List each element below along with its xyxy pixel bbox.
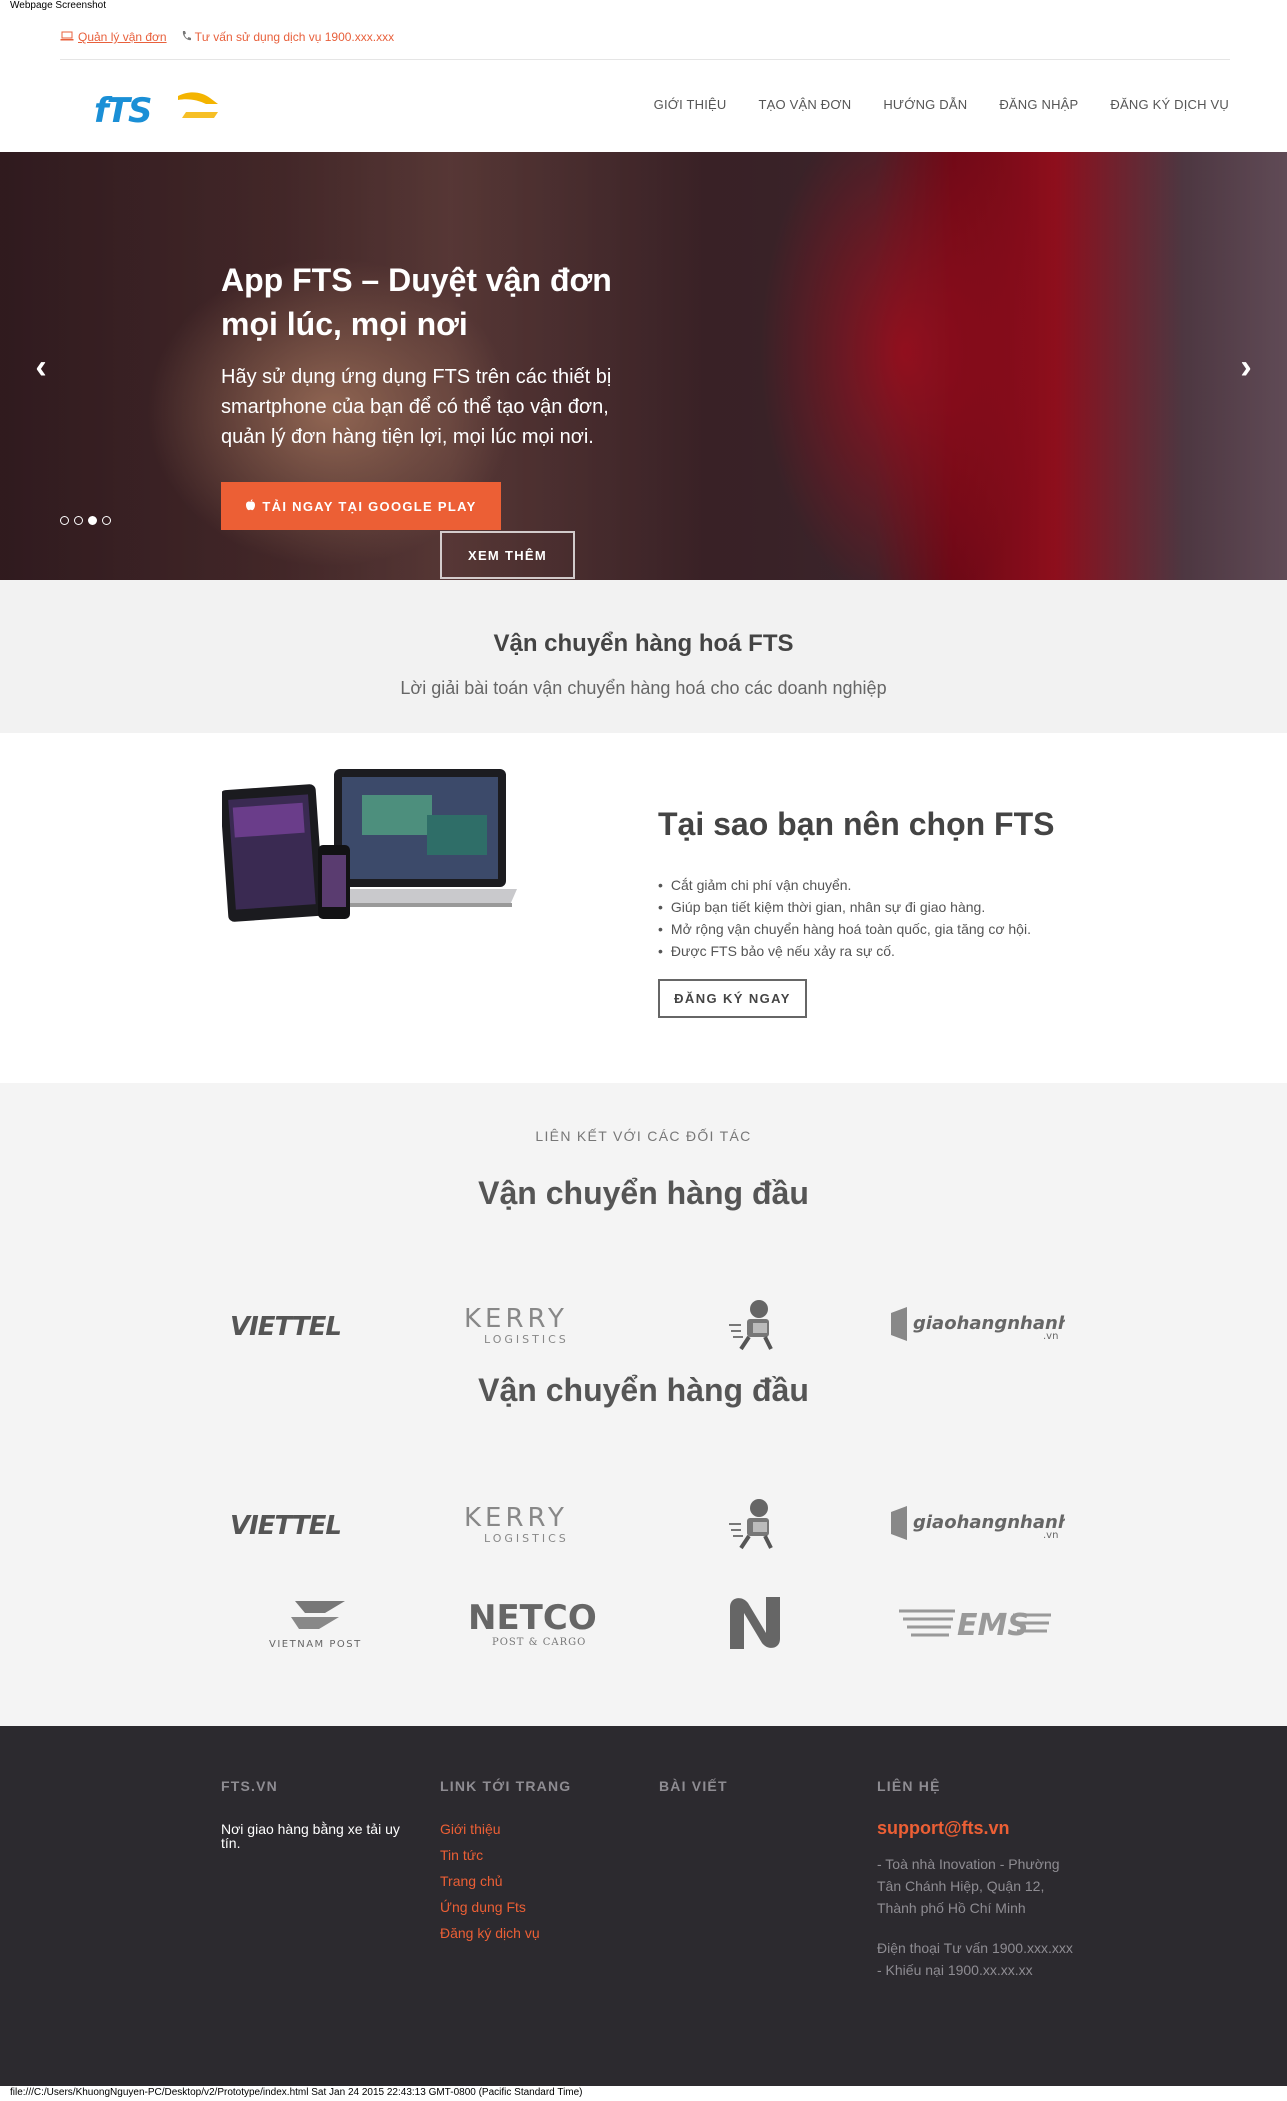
viettel-logo[interactable]: VIETTEL — [220, 1295, 410, 1355]
footer-link-news[interactable]: Tin tức — [440, 1842, 640, 1868]
slide-dot[interactable] — [74, 516, 83, 525]
list-item: Được FTS bảo vệ nếu xảy ra sự cố. — [658, 940, 1031, 962]
giaohangnhanh-logo[interactable]: giaohangnhanh .vn — [880, 1295, 1070, 1355]
file-path-line: file:///C:/Users/KhuongNguyen-PC/Desktop… — [10, 2087, 583, 2098]
intro-title: Vận chuyển hàng hoá FTS — [493, 630, 794, 657]
footer-col-title: BÀI VIẾT — [659, 1778, 728, 1794]
partners-heading: Vận chuyển hàng đầu — [478, 1175, 809, 1211]
list-item: Cắt giảm chi phí vận chuyển. — [658, 874, 1031, 896]
hotline-label: Tư vấn sử dụng dịch vụ 1900.xxx.xxx — [194, 30, 395, 44]
hero-text: Hãy sử dụng ứng dụng FTS trên các thiết … — [221, 366, 612, 448]
viettel-logo[interactable]: VIETTEL — [220, 1494, 410, 1554]
svg-text:NETCO: NETCO — [468, 1598, 597, 1638]
vietnam-post-logo[interactable]: VIETNAM POST — [220, 1593, 410, 1653]
devices-image — [219, 765, 517, 930]
footer-email-link[interactable]: support@fts.vn — [877, 1818, 1077, 1839]
footer-address: - Toà nhà Inovation - Phường Tân Chánh H… — [877, 1856, 1060, 1916]
apple-icon — [245, 498, 256, 514]
svg-text:VIETTEL: VIETTEL — [230, 1511, 341, 1541]
svg-text:KERRY: KERRY — [464, 1304, 568, 1334]
delivery-man-logo[interactable] — [660, 1295, 850, 1355]
footer-link-register[interactable]: Đăng ký dịch vụ — [440, 1920, 640, 1946]
list-item: Mở rộng vận chuyển hàng hoá toàn quốc, g… — [658, 918, 1031, 940]
svg-text:fTS: fTS — [94, 91, 151, 130]
svg-text:KERRY: KERRY — [464, 1503, 568, 1533]
manage-waybill-label: Quản lý vận đơn — [78, 30, 167, 44]
register-now-button[interactable]: ĐĂNG KÝ NGAY — [658, 979, 807, 1018]
google-play-label: TẢI NGAY TẠI GOOGLE PLAY — [262, 498, 477, 514]
partners-section: LIÊN KẾT VỚI CÁC ĐỐI TÁC Vận chuyển hàng… — [0, 1083, 1287, 1726]
svg-text:VIETNAM POST: VIETNAM POST — [269, 1639, 362, 1650]
hotline: Tư vấn sử dụng dịch vụ 1900.xxx.xxx — [181, 30, 395, 59]
footer-link-home[interactable]: Trang chủ — [440, 1868, 640, 1894]
screenshot-label: Webpage Screenshot — [10, 0, 106, 11]
svg-text:EMS: EMS — [957, 1608, 1029, 1643]
svg-text:POST & CARGO: POST & CARGO — [492, 1637, 586, 1648]
nav-item-guide[interactable]: HƯỚNG DẪN — [883, 97, 967, 112]
svg-text:LOGISTICS: LOGISTICS — [484, 1532, 569, 1545]
slide-dot[interactable] — [102, 516, 111, 525]
footer-col-contact: LIÊN HỆ support@fts.vn - Toà nhà Inovati… — [877, 1778, 1077, 1981]
why-list: Cắt giảm chi phí vận chuyển. Giúp bạn ti… — [658, 874, 1031, 962]
nav-item-create-waybill[interactable]: TẠO VẬN ĐƠN — [759, 97, 852, 112]
kerry-logistics-logo[interactable]: KERRY LOGISTICS — [440, 1494, 630, 1554]
svg-text:.vn: .vn — [1043, 1331, 1058, 1342]
svg-text:.vn: .vn — [1043, 1530, 1058, 1541]
next-slide-arrow-icon[interactable]: › — [1231, 347, 1261, 387]
footer-col-links: LINK TỚI TRANG Giới thiệu Tin tức Trang … — [440, 1778, 640, 1946]
main-nav: GIỚI THIỆU TẠO VẬN ĐƠN HƯỚNG DẪN ĐĂNG NH… — [654, 97, 1229, 112]
intro-subtitle: Lời giải bài toán vận chuyển hàng hoá ch… — [400, 678, 887, 698]
footer: FTS.VN Nơi giao hàng bằng xe tải uy tín.… — [0, 1726, 1287, 2086]
nav-item-register[interactable]: ĐĂNG KÝ DỊCH VỤ — [1110, 97, 1229, 112]
footer-link-app[interactable]: Ứng dụng Fts — [440, 1894, 640, 1920]
intro-section: Vận chuyển hàng hoá FTS Lời giải bài toá… — [0, 580, 1287, 733]
partners-heading: Vận chuyển hàng đầu — [478, 1372, 809, 1408]
n-logo[interactable] — [660, 1593, 850, 1653]
partner-logo-row: VIETTEL KERRY LOGISTICS giaohangnhanh .vn — [220, 1494, 1070, 1554]
slider-dots — [60, 516, 111, 525]
slide-dot[interactable] — [60, 516, 69, 525]
hero-title: App FTS – Duyệt vận đơn mọi lúc, mọi nơi — [221, 262, 612, 342]
partners-subtitle: LIÊN KẾT VỚI CÁC ĐỐI TÁC — [535, 1128, 752, 1144]
footer-col-title: LINK TỚI TRANG — [440, 1778, 572, 1794]
ems-logo[interactable]: EMS — [880, 1593, 1070, 1653]
kerry-logistics-logo[interactable]: KERRY LOGISTICS — [440, 1295, 630, 1355]
giaohangnhanh-logo[interactable]: giaohangnhanh .vn — [880, 1494, 1070, 1554]
svg-text:VIETTEL: VIETTEL — [230, 1312, 341, 1342]
laptop-icon — [60, 30, 74, 45]
delivery-man-logo[interactable] — [660, 1494, 850, 1554]
footer-col-title: FTS.VN — [221, 1778, 278, 1794]
see-more-button[interactable]: XEM THÊM — [440, 531, 575, 579]
nav-item-about[interactable]: GIỚI THIỆU — [654, 97, 727, 112]
svg-text:LOGISTICS: LOGISTICS — [484, 1333, 569, 1346]
footer-col-title: LIÊN HỆ — [877, 1778, 941, 1794]
top-bar: Quản lý vận đơn Tư vấn sử dụng dịch vụ 1… — [60, 30, 1230, 60]
slide-dot-active[interactable] — [88, 516, 97, 525]
fts-logo[interactable]: fTS — [90, 84, 220, 131]
prev-slide-arrow-icon[interactable]: ‹ — [26, 347, 56, 387]
phone-icon — [181, 30, 191, 45]
partner-logo-row: VIETTEL KERRY LOGISTICS giaohangnhanh .vn — [220, 1295, 1070, 1355]
partner-logo-row: VIETNAM POST NETCO POST & CARGO EMS — [220, 1593, 1070, 1653]
footer-link-about[interactable]: Giới thiệu — [440, 1816, 640, 1842]
footer-phone: Điện thoại Tư vấn 1900.xxx.xxx - Khiếu n… — [877, 1940, 1073, 1978]
footer-col-articles: BÀI VIẾT — [659, 1778, 859, 1822]
list-item: Giúp bạn tiết kiệm thời gian, nhân sự đi… — [658, 896, 1031, 918]
nav-item-login[interactable]: ĐĂNG NHẬP — [999, 97, 1078, 112]
footer-tagline: Nơi giao hàng bằng xe tải uy tín. — [221, 1821, 400, 1851]
hero-slider: App FTS – Duyệt vận đơn mọi lúc, mọi nơi… — [0, 152, 1287, 580]
footer-col-brand: FTS.VN Nơi giao hàng bằng xe tải uy tín. — [221, 1778, 421, 1850]
google-play-button[interactable]: TẢI NGAY TẠI GOOGLE PLAY — [221, 482, 501, 530]
manage-waybill-link[interactable]: Quản lý vận đơn — [60, 30, 167, 59]
netco-logo[interactable]: NETCO POST & CARGO — [440, 1593, 630, 1653]
why-title: Tại sao bạn nên chọn FTS — [658, 806, 1055, 842]
